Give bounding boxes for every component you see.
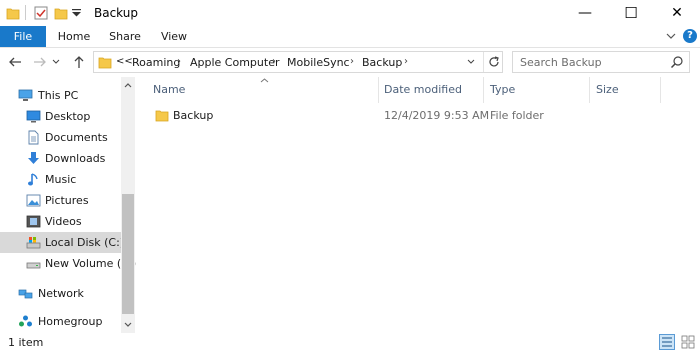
documents-icon xyxy=(28,130,39,145)
column-divider[interactable] xyxy=(589,77,590,103)
chevron-right-icon[interactable]: › xyxy=(404,56,408,67)
nav-item-local-disk[interactable]: Local Disk (C:) xyxy=(0,232,125,253)
nav-label: Pictures xyxy=(45,194,89,207)
folder-icon xyxy=(98,57,112,69)
tab-home[interactable]: Home xyxy=(52,26,96,47)
table-row[interactable]: Backup 12/4/2019 9:53 AM File folder xyxy=(137,105,700,125)
scrollbar-thumb[interactable] xyxy=(122,194,134,314)
nav-label: Network xyxy=(38,287,84,300)
tab-file[interactable]: File xyxy=(0,26,46,47)
properties-icon[interactable] xyxy=(34,6,48,20)
nav-label: Desktop xyxy=(45,110,91,123)
local-disk-icon xyxy=(26,237,41,249)
ribbon: File Home Share View ? xyxy=(0,26,700,48)
navigation-pane: This PC Desktop Documents Downloads Musi… xyxy=(0,77,137,333)
homegroup-icon xyxy=(19,315,32,327)
folder-icon xyxy=(155,110,169,122)
address-row: << Roaming › Apple Computer › MobileSync… xyxy=(0,47,700,77)
desktop-icon xyxy=(26,110,41,123)
pictures-icon xyxy=(26,194,41,207)
scroll-up-icon[interactable] xyxy=(124,82,132,88)
file-list: Name Date modified Type Size Backup 12/4… xyxy=(137,77,700,333)
up-arrow-icon[interactable] xyxy=(71,54,87,70)
nav-label: Homegroup xyxy=(38,315,103,328)
column-header-type[interactable]: Type xyxy=(490,77,515,103)
breadcrumb-mobilesync[interactable]: MobileSync xyxy=(287,56,350,69)
nav-label: Music xyxy=(45,173,77,186)
file-name[interactable]: Backup xyxy=(173,109,213,122)
nav-item-this-pc[interactable]: This PC xyxy=(0,85,121,106)
nav-label: Documents xyxy=(45,131,108,144)
nav-item-downloads[interactable]: Downloads xyxy=(0,148,121,169)
file-date: 12/4/2019 9:53 AM xyxy=(384,109,490,122)
breadcrumb-backup[interactable]: Backup xyxy=(362,56,402,69)
customize-toolbar-icon[interactable] xyxy=(72,9,81,18)
navigation-scrollbar[interactable] xyxy=(121,77,135,333)
recent-locations-icon[interactable] xyxy=(52,58,60,66)
status-bar: 1 item xyxy=(0,333,700,351)
file-type: File folder xyxy=(490,109,544,122)
item-count: 1 item xyxy=(8,336,44,349)
nav-item-new-volume[interactable]: New Volume (E:) xyxy=(0,253,136,274)
chevron-right-icon[interactable]: › xyxy=(272,56,276,67)
nav-item-videos[interactable]: Videos xyxy=(0,211,121,232)
nav-label: Downloads xyxy=(45,152,106,165)
network-icon xyxy=(18,289,33,299)
title-bar: Backup — ☐ ✕ xyxy=(0,0,700,26)
forward-arrow-icon[interactable] xyxy=(32,54,48,70)
minimize-button[interactable]: — xyxy=(562,0,608,26)
window-title: Backup xyxy=(94,6,138,20)
nav-item-pictures[interactable]: Pictures xyxy=(0,190,121,211)
details-view-icon[interactable] xyxy=(659,334,675,350)
nav-label: Videos xyxy=(45,215,82,228)
chevron-right-icon[interactable]: › xyxy=(177,56,181,67)
new-folder-icon[interactable] xyxy=(54,6,68,20)
column-header-size[interactable]: Size xyxy=(596,77,619,103)
column-header-date[interactable]: Date modified xyxy=(384,77,462,103)
column-divider[interactable] xyxy=(483,77,484,103)
nav-item-documents[interactable]: Documents xyxy=(0,127,121,148)
breadcrumb-overflow[interactable]: << xyxy=(116,56,133,67)
scroll-down-icon[interactable] xyxy=(124,322,132,328)
column-divider[interactable] xyxy=(660,77,661,103)
breadcrumb-apple-computer[interactable]: Apple Computer xyxy=(190,56,280,69)
downloads-icon xyxy=(28,152,39,164)
column-header-name[interactable]: Name xyxy=(153,77,185,103)
column-divider[interactable] xyxy=(378,77,379,103)
back-arrow-icon[interactable] xyxy=(7,54,23,70)
nav-item-homegroup[interactable]: Homegroup xyxy=(0,311,121,332)
sort-up-icon xyxy=(260,78,269,83)
folder-icon xyxy=(6,8,20,20)
nav-item-music[interactable]: Music xyxy=(0,169,121,190)
videos-icon xyxy=(26,215,41,228)
breadcrumb-roaming[interactable]: Roaming xyxy=(132,56,180,69)
nav-label: This PC xyxy=(38,89,79,102)
refresh-icon[interactable] xyxy=(487,55,501,69)
chevron-right-icon[interactable]: › xyxy=(350,56,354,67)
search-icon[interactable] xyxy=(670,55,684,69)
music-icon xyxy=(28,173,38,186)
expand-ribbon-icon[interactable] xyxy=(666,33,676,40)
this-pc-icon xyxy=(18,89,33,101)
nav-label: Local Disk (C:) xyxy=(45,236,125,249)
separator xyxy=(483,52,484,72)
search-box[interactable]: Search Backup xyxy=(512,51,690,73)
address-dropdown-icon[interactable] xyxy=(467,59,475,65)
tab-view[interactable]: View xyxy=(154,26,194,47)
nav-item-desktop[interactable]: Desktop xyxy=(0,106,121,127)
maximize-button[interactable]: ☐ xyxy=(608,0,654,26)
close-button[interactable]: ✕ xyxy=(654,0,700,26)
large-icons-view-icon[interactable] xyxy=(680,334,696,350)
address-bar[interactable]: << Roaming › Apple Computer › MobileSync… xyxy=(93,51,503,73)
nav-item-network[interactable]: Network xyxy=(0,283,121,304)
help-icon[interactable]: ? xyxy=(683,29,697,43)
search-input[interactable]: Search Backup xyxy=(520,56,602,69)
volume-icon xyxy=(26,262,41,269)
tab-share[interactable]: Share xyxy=(104,26,146,47)
separator xyxy=(25,5,26,20)
